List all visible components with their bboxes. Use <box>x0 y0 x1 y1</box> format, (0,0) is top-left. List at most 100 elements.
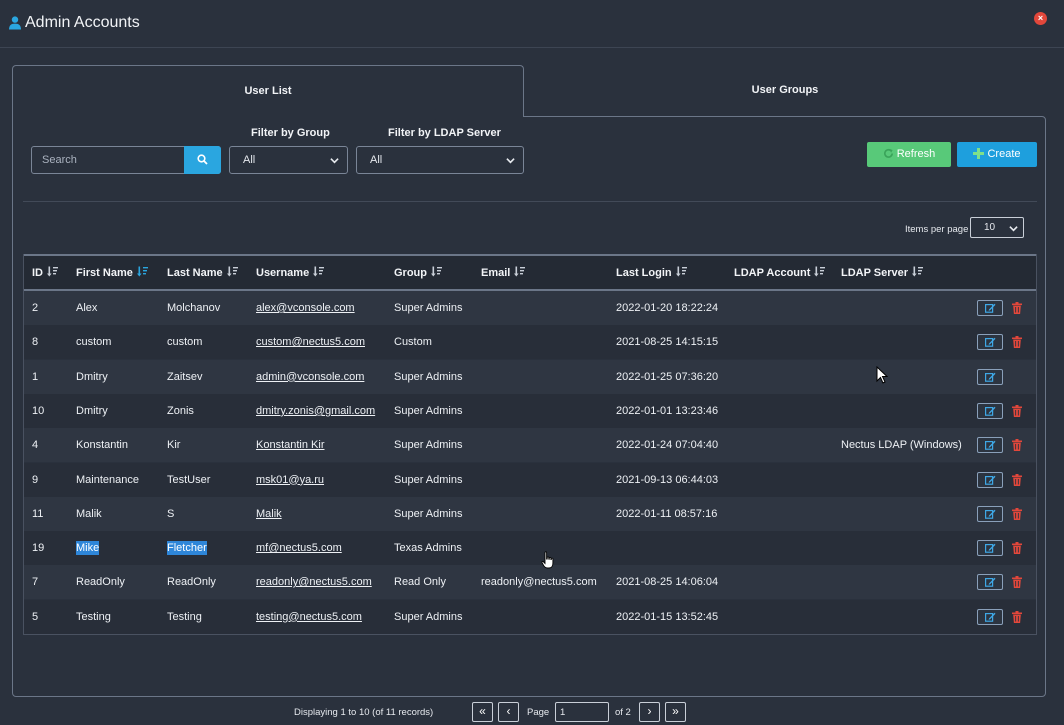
cell-username[interactable]: testing@nectus5.com <box>256 611 362 623</box>
title-bar: Admin Accounts × <box>0 0 1064 48</box>
edit-button[interactable] <box>977 608 1003 625</box>
cell-last-login: 2022-01-15 13:52:45 <box>616 611 718 623</box>
trash-icon[interactable] <box>1012 507 1022 520</box>
cell-last: S <box>167 508 174 520</box>
cell-last-login: 2021-08-25 14:15:15 <box>616 336 718 348</box>
close-icon[interactable]: × <box>1034 12 1047 25</box>
th-last-name[interactable]: Last Name <box>167 266 238 279</box>
items-per-page-select[interactable]: 10 <box>970 217 1024 238</box>
filter-group-select[interactable]: All <box>229 146 348 174</box>
search-input[interactable] <box>32 147 184 173</box>
th-first-name[interactable]: First Name <box>76 266 148 279</box>
search-icon <box>197 154 208 165</box>
trash-icon[interactable] <box>1012 439 1022 452</box>
trash-icon[interactable] <box>1012 336 1022 349</box>
th-group[interactable]: Group <box>394 266 442 279</box>
filter-ldap-select[interactable]: All <box>356 146 524 174</box>
column-header-label: Email <box>481 267 511 279</box>
cell-username[interactable]: admin@vconsole.com <box>256 371 364 383</box>
cell-username[interactable]: dmitry.zonis@gmail.com <box>256 405 375 417</box>
cell-text: Zonis <box>167 404 194 417</box>
edit-button[interactable] <box>977 334 1003 351</box>
sort-icon[interactable] <box>431 266 442 277</box>
first-page-button[interactable]: « <box>472 702 493 722</box>
cell-last-login: 2022-01-11 08:57:16 <box>616 508 717 520</box>
trash-icon[interactable] <box>1012 404 1022 417</box>
sort-icon[interactable] <box>912 266 924 277</box>
cell-text: 11 <box>32 507 44 520</box>
th-ldap-account[interactable]: LDAP Account <box>734 266 826 279</box>
cell-id: 4 <box>32 439 38 451</box>
page-label: Page <box>527 707 550 718</box>
sort-icon[interactable] <box>47 266 58 277</box>
cell-first: Dmitry <box>76 405 108 417</box>
cell-text: 2021-09-13 06:44:03 <box>616 473 719 486</box>
trash-icon[interactable] <box>1012 473 1022 486</box>
th-ldap-server[interactable]: LDAP Server <box>841 266 924 279</box>
cell-username[interactable]: msk01@ya.ru <box>256 474 324 486</box>
cell-last-login: 2021-08-25 14:06:04 <box>616 576 718 588</box>
cell-text: Testing <box>167 610 202 623</box>
edit-icon <box>985 475 996 485</box>
sort-icon[interactable] <box>226 266 238 277</box>
cell-username[interactable]: readonly@nectus5.com <box>256 576 372 588</box>
tab-user-groups[interactable]: User Groups <box>524 65 1046 117</box>
cell-last: custom <box>167 336 202 348</box>
search-button[interactable] <box>184 146 221 174</box>
trash-icon[interactable] <box>1012 576 1022 589</box>
sort-icon[interactable] <box>675 266 687 277</box>
th-id[interactable]: ID <box>32 266 58 279</box>
sort-icon[interactable] <box>514 266 526 277</box>
create-button[interactable]: Create <box>957 142 1037 167</box>
th-email[interactable]: Email <box>481 266 526 279</box>
edit-button[interactable] <box>977 471 1003 488</box>
cell-username[interactable]: alex@vconsole.com <box>256 302 355 314</box>
sort-icon[interactable] <box>136 266 148 277</box>
admin-accounts-panel: User List User Groups Filter by Group Al… <box>12 65 1046 722</box>
th-username[interactable]: Username <box>256 266 325 279</box>
page-input[interactable] <box>555 702 609 722</box>
edit-icon <box>985 372 996 382</box>
last-page-button[interactable]: » <box>665 702 686 722</box>
table-row: 9 Maintenance TestUser msk01@ya.ru Super Adm… <box>24 462 1036 497</box>
trash-icon[interactable] <box>1012 542 1022 555</box>
tab-user-list[interactable]: User List <box>12 65 524 117</box>
cell-email: readonly@nectus5.com <box>481 576 597 588</box>
column-header-label: Last Login <box>616 267 672 279</box>
cell-last: Zaitsev <box>167 371 202 383</box>
sort-icon[interactable] <box>313 266 325 277</box>
trash-icon[interactable] <box>1012 610 1022 623</box>
cell-text: Super Admins <box>394 302 463 314</box>
next-page-button[interactable]: › <box>639 702 660 722</box>
edit-button[interactable] <box>977 574 1003 591</box>
edit-button[interactable] <box>977 505 1003 522</box>
cell-username[interactable]: Malik <box>256 508 282 520</box>
cell-text: Read Only <box>394 576 446 589</box>
refresh-button[interactable]: Refresh <box>867 142 951 167</box>
cell-username[interactable]: mf@nectus5.com <box>256 542 342 554</box>
edit-button[interactable] <box>977 540 1003 557</box>
edit-button[interactable] <box>977 368 1003 385</box>
edit-button[interactable] <box>977 437 1003 454</box>
cell-username[interactable]: Konstantin Kir <box>256 439 324 451</box>
records-display-text: Displaying 1 to 10 (of 11 records) <box>294 707 434 718</box>
page-title: Admin Accounts <box>25 14 140 31</box>
edit-button[interactable] <box>977 300 1003 316</box>
cell-first: Malik <box>76 508 102 520</box>
cell-text: Molchanov <box>167 302 221 314</box>
cell-text: Alex <box>76 302 98 314</box>
edit-icon <box>985 338 996 348</box>
edit-icon <box>985 406 996 416</box>
cell-text: 19 <box>32 542 45 555</box>
th-last-login[interactable]: Last Login <box>616 266 687 279</box>
cell-text: dmitry.zonis@gmail.com <box>256 404 376 417</box>
cell-username[interactable]: custom@nectus5.com <box>256 336 365 348</box>
prev-page-button[interactable]: ‹ <box>498 702 519 722</box>
trash-icon[interactable] <box>1012 302 1022 314</box>
cell-text: Super Admins <box>394 370 463 383</box>
sort-icon[interactable] <box>814 266 826 277</box>
edit-button[interactable] <box>977 402 1003 419</box>
cell-text: admin@vconsole.com <box>256 370 365 383</box>
cell-text: 7 <box>32 576 39 589</box>
edit-icon <box>985 303 996 313</box>
